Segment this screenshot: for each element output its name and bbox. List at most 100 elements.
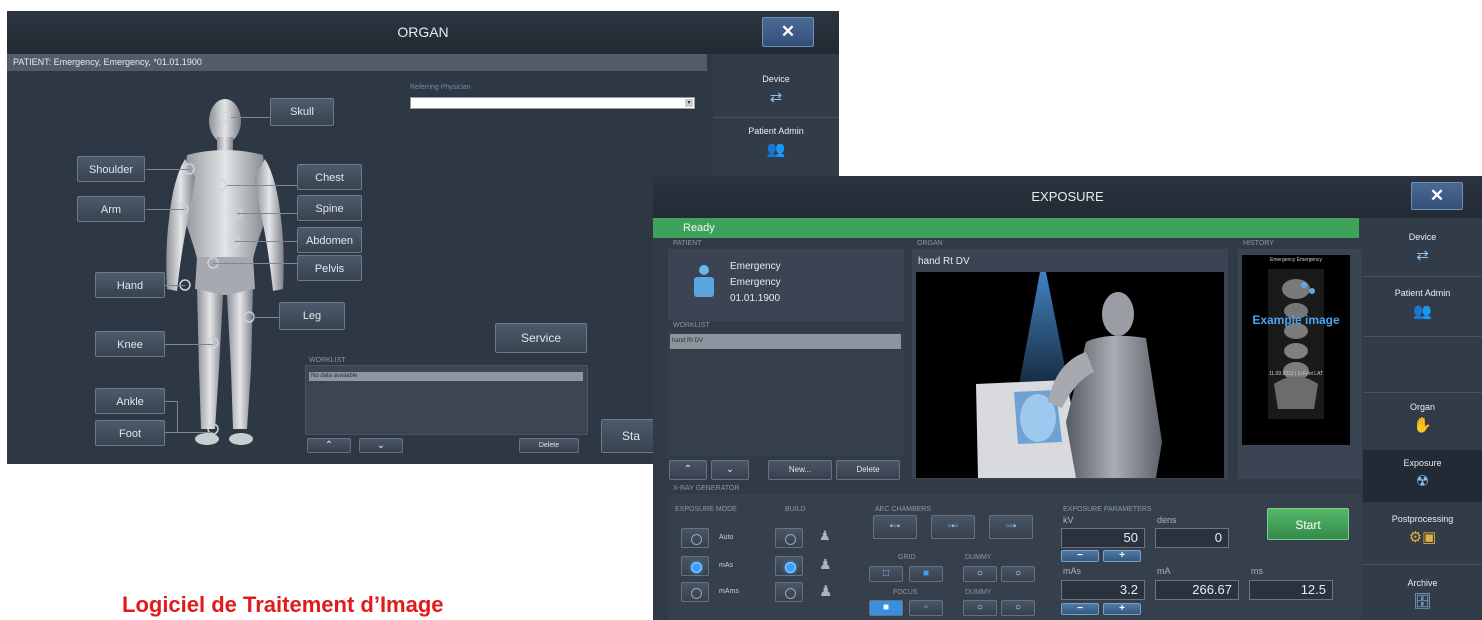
mode-auto-radio[interactable]: [681, 528, 709, 548]
radio-dot: [785, 534, 796, 545]
build-medium-icon: ♟: [819, 556, 832, 572]
exposure-close-button[interactable]: ✕: [1411, 182, 1463, 210]
connector-line: [165, 344, 213, 345]
scroll-down-button[interactable]: ⌄: [359, 438, 403, 453]
service-button[interactable]: Service: [495, 323, 587, 353]
organ-close-button[interactable]: ✕: [762, 17, 814, 47]
aec-chamber-icon: ▪▫▪: [889, 521, 901, 532]
spine-button[interactable]: Spine: [297, 195, 362, 221]
dens-field[interactable]: 0: [1155, 528, 1229, 548]
dummy-2a-button[interactable]: ○: [963, 600, 997, 616]
history-thumbnail[interactable]: Emergency Emergency Example image 11.09.…: [1242, 255, 1350, 445]
kv-increase-button[interactable]: +: [1103, 550, 1141, 562]
shoulder-button[interactable]: Shoulder: [77, 156, 145, 182]
history-overlay-text: Example image: [1252, 313, 1340, 327]
exposure-sidebar: Device ⇄ Patient Admin 👥 Organ ✋ Exposur…: [1363, 218, 1482, 620]
referring-physician-label: Referring Physician: [410, 84, 471, 91]
sidebar-item-device[interactable]: Device ⇄: [1363, 232, 1482, 272]
build-slim-radio[interactable]: [775, 528, 803, 548]
kv-decrease-button[interactable]: −: [1061, 550, 1099, 562]
mode-mas-radio[interactable]: [681, 556, 709, 576]
close-icon: ✕: [1429, 186, 1445, 205]
sidebar-item-device[interactable]: Device ⇄: [713, 74, 839, 114]
grid-label: GRID: [898, 554, 916, 561]
hand-button[interactable]: Hand: [95, 272, 165, 298]
sidebar-item-organ[interactable]: Organ ✋: [1363, 402, 1482, 442]
chest-button[interactable]: Chest: [297, 164, 362, 190]
exposure-parameters-label: EXPOSURE PARAMETERS: [1063, 506, 1152, 513]
ms-field[interactable]: 12.5: [1249, 580, 1333, 600]
sidebar-organ-label: Organ: [1409, 402, 1435, 412]
grid-on-button[interactable]: ■: [909, 566, 943, 582]
focus-small-button[interactable]: ▫: [909, 600, 943, 616]
dummy-1b-button[interactable]: ○: [1001, 566, 1035, 582]
exposure-worklist[interactable]: hand Rt DV: [668, 331, 904, 455]
exposure-titlebar: EXPOSURE: [653, 176, 1482, 218]
device-icon: ⇄: [769, 89, 783, 106]
patient-admin-icon: 👥: [766, 141, 786, 158]
aec-right-chamber-button[interactable]: ▫▫▪: [989, 515, 1033, 539]
patient-name-second: Emergency: [730, 277, 781, 288]
skull-button[interactable]: Skull: [270, 98, 334, 126]
organ-delete-button[interactable]: Delete: [519, 438, 579, 453]
connector-line: [231, 117, 271, 118]
patient-name-first: Emergency: [730, 261, 781, 272]
sidebar-postprocessing-label: Postprocessing: [1391, 514, 1454, 524]
organ-start-button[interactable]: Sta: [601, 419, 661, 453]
organ-title: ORGAN: [397, 24, 449, 40]
aec-center-chamber-button[interactable]: ▫▪▫: [931, 515, 975, 539]
exposure-mode-label: EXPOSURE MODE: [675, 506, 737, 513]
list-item[interactable]: No data available: [309, 372, 583, 381]
focus-large-button[interactable]: ■: [869, 600, 903, 616]
history-caption-bottom: 11.09.2012 | Li Foot LAT: [1268, 371, 1324, 377]
build-slim-icon: ♟: [819, 528, 831, 543]
list-item[interactable]: hand Rt DV: [670, 334, 901, 349]
start-button[interactable]: Start: [1267, 508, 1349, 540]
organ-worklist-label: WORKLIST: [309, 357, 346, 364]
new-button[interactable]: New...: [768, 460, 832, 480]
sidebar-divider: [1363, 392, 1482, 393]
build-medium-radio[interactable]: [775, 556, 803, 576]
abdomen-button[interactable]: Abdomen: [297, 227, 362, 253]
mas-decrease-button[interactable]: −: [1061, 603, 1099, 615]
scroll-up-button[interactable]: ⌃: [307, 438, 351, 453]
aec-left-chamber-button[interactable]: ▪▫▪: [873, 515, 917, 539]
worklist-up-button[interactable]: ⌃: [669, 460, 707, 480]
arm-button[interactable]: Arm: [77, 196, 145, 222]
build-large-radio[interactable]: [775, 582, 803, 602]
exposure-title: EXPOSURE: [1031, 189, 1104, 204]
knee-button[interactable]: Knee: [95, 331, 165, 357]
sidebar-item-archive[interactable]: Archive 🗄: [1363, 578, 1482, 618]
kv-field[interactable]: 50: [1061, 528, 1145, 548]
organ-worklist[interactable]: No data available: [305, 365, 588, 435]
pelvis-button[interactable]: Pelvis: [297, 255, 362, 281]
dummy-2b-button[interactable]: ○: [1001, 600, 1035, 616]
dummy-label-1: DUMMY: [965, 554, 992, 561]
mode-mams-radio[interactable]: [681, 582, 709, 602]
sidebar-item-exposure[interactable]: Exposure ☢: [1363, 450, 1482, 502]
sidebar-device-label: Device: [762, 74, 790, 84]
leg-button[interactable]: Leg: [279, 302, 345, 330]
ankle-button[interactable]: Ankle: [95, 388, 165, 414]
foot-button[interactable]: Foot: [95, 420, 165, 446]
sidebar-archive-label: Archive: [1407, 578, 1438, 588]
chevron-up-icon: ⌃: [324, 440, 334, 451]
chevron-up-icon: ⌃: [683, 464, 693, 475]
grid-off-button[interactable]: □: [869, 566, 903, 582]
dummy-1a-button[interactable]: ○: [963, 566, 997, 582]
mas-increase-button[interactable]: +: [1103, 603, 1141, 615]
referring-physician-select[interactable]: ▾: [410, 97, 695, 109]
device-icon: ⇄: [1416, 247, 1429, 264]
exposure-worklist-label: WORKLIST: [673, 322, 710, 329]
connector-line: [235, 241, 297, 242]
radio-dot: [691, 534, 702, 545]
mas-field[interactable]: 3.2: [1061, 580, 1145, 600]
history-panel[interactable]: Emergency Emergency Example image 11.09.…: [1238, 249, 1362, 479]
sidebar-item-patient-admin[interactable]: Patient Admin 👥: [1363, 288, 1482, 328]
worklist-down-button[interactable]: ⌄: [711, 460, 749, 480]
exposure-delete-button[interactable]: Delete: [836, 460, 900, 480]
ma-field[interactable]: 266.67: [1155, 580, 1239, 600]
sidebar-item-patient-admin[interactable]: Patient Admin 👥: [713, 126, 839, 166]
patient-panel: Emergency Emergency 01.01.1900: [668, 249, 904, 321]
sidebar-item-postprocessing[interactable]: Postprocessing ⚙▣: [1363, 514, 1482, 554]
